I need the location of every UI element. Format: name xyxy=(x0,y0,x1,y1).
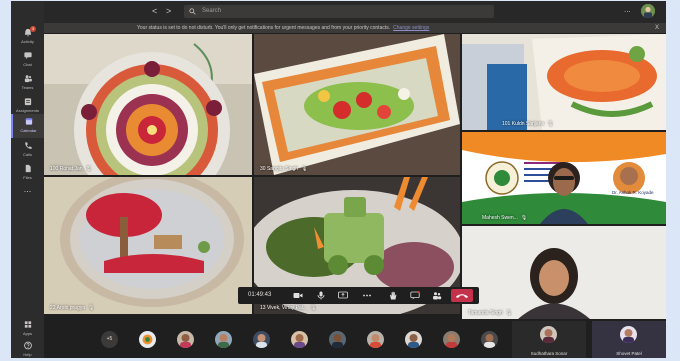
video-tile[interactable]: 101 Kuldn Sanjane 🎙 xyxy=(462,34,666,130)
participant-card-name: Sudhathara Sonar xyxy=(530,351,568,356)
participant-name: 100 Rohat Jan 🎙 xyxy=(50,166,92,172)
video-feed xyxy=(44,177,252,314)
hang-up-icon xyxy=(456,294,468,298)
rail-label: Chat xyxy=(23,62,32,67)
mic-off-icon: 🎙 xyxy=(310,305,317,311)
more-participants-button[interactable]: +5 xyxy=(101,331,118,348)
call-timer: 01:49:43 xyxy=(248,292,272,298)
participant-avatar[interactable] xyxy=(215,331,232,348)
rail-activity[interactable]: 3 Activity xyxy=(11,25,44,49)
video-feed xyxy=(462,226,666,319)
rail-label: Calendar xyxy=(20,128,37,133)
search-placeholder: Search xyxy=(202,8,222,14)
rail-label: Apps xyxy=(22,331,33,336)
participant-avatar[interactable] xyxy=(177,331,194,348)
mic-off-icon: 🎙 xyxy=(505,310,513,316)
participants-icon[interactable] xyxy=(432,291,442,300)
call-controls: 01:49:43 xyxy=(238,287,479,304)
search-icon xyxy=(189,8,196,15)
video-tile[interactable]: Tamanda Singh 🎙 xyxy=(462,226,666,319)
close-banner-button[interactable]: X xyxy=(655,23,659,33)
phone-icon xyxy=(24,142,32,149)
participant-avatar[interactable] xyxy=(405,331,422,348)
rail-files[interactable]: Files xyxy=(11,161,44,185)
more-actions-icon[interactable] xyxy=(362,291,372,300)
participant-name: Tamanda Singh 🎙 xyxy=(468,310,513,316)
participant-avatar[interactable] xyxy=(253,331,270,348)
microphone-icon[interactable] xyxy=(316,291,326,300)
rail-calendar[interactable]: Calendar xyxy=(11,114,44,138)
notification-banner: Your status is set to do not disturb. Yo… xyxy=(44,23,666,33)
video-tile[interactable]: 22 Arohi pragya 🎙 xyxy=(44,177,252,314)
participant-avatar[interactable] xyxy=(443,331,460,348)
participant-strip: +5 Sudhathara Sonar Shovet Patel xyxy=(44,321,666,358)
participant-name: Mahesh Swen... 🎙 xyxy=(482,215,528,221)
rail-calls[interactable]: Calls xyxy=(11,138,44,162)
camera-icon[interactable] xyxy=(293,291,303,300)
participant-name: 13 Vivek, Vinay Pal... 🎙 xyxy=(260,305,317,311)
mic-off-icon: 🎙 xyxy=(88,305,95,311)
participant-card[interactable]: Sudhathara Sonar xyxy=(512,321,586,358)
avatar-image xyxy=(641,4,655,18)
rail-teams[interactable]: Teams xyxy=(11,71,44,95)
participant-avatar[interactable] xyxy=(291,331,308,348)
file-icon xyxy=(25,164,31,173)
back-button[interactable]: < xyxy=(152,6,157,16)
participant-name: 101 Kuldn Sanjane 🎙 xyxy=(502,121,554,127)
rail-chat[interactable]: Chat xyxy=(11,48,44,72)
search-input[interactable]: Search xyxy=(184,5,494,18)
chat-icon xyxy=(23,52,32,60)
mic-off-icon: 🎙 xyxy=(520,215,528,221)
notice-text: Your status is set to do not disturb. Yo… xyxy=(137,25,391,31)
chat-panel-icon[interactable] xyxy=(410,291,420,300)
rail-label: Teams xyxy=(21,85,34,90)
video-feed xyxy=(254,34,460,175)
participant-name: 22 Arohi pragya 🎙 xyxy=(50,305,95,311)
teams-icon xyxy=(24,75,32,83)
participant-avatar[interactable] xyxy=(367,331,384,348)
participant-avatar[interactable] xyxy=(139,331,156,348)
video-feed xyxy=(462,132,666,224)
video-feed xyxy=(44,34,252,175)
mic-off-icon: 🎙 xyxy=(85,166,92,172)
app-rail: 3 Activity Chat Teams Assignments Calend… xyxy=(11,1,44,358)
change-settings-link[interactable]: Change settings xyxy=(393,25,429,31)
video-tile[interactable]: 100 Rohat Jan 🎙 xyxy=(44,34,252,175)
teams-window: 3 Activity Chat Teams Assignments Calend… xyxy=(11,1,666,358)
forward-button[interactable]: > xyxy=(166,6,171,16)
rail-help[interactable]: Help xyxy=(11,338,44,358)
presenter-card-name: Dr. Ashok R. Koyade xyxy=(612,190,654,195)
rail-label: Help xyxy=(23,352,32,357)
calendar-icon xyxy=(25,118,32,125)
more-options-button[interactable]: ... xyxy=(624,5,631,14)
mic-off-icon: 🎙 xyxy=(301,166,308,172)
participant-avatar xyxy=(540,326,557,343)
video-tile[interactable]: 30 Sangita Singh 🎙 xyxy=(254,34,460,175)
rail-label: Activity xyxy=(21,39,34,44)
video-feed xyxy=(462,34,666,130)
top-bar: < > Search ... xyxy=(44,1,666,23)
help-icon xyxy=(23,341,32,350)
hang-up-button[interactable] xyxy=(451,289,473,302)
rail-more[interactable]: ... xyxy=(11,183,44,207)
raise-hand-icon[interactable] xyxy=(388,291,398,300)
profile-avatar[interactable] xyxy=(641,4,655,18)
participant-card-name: Shovet Patel xyxy=(616,351,642,356)
share-screen-icon[interactable] xyxy=(338,291,348,300)
participant-avatar[interactable] xyxy=(329,331,346,348)
activity-badge: 3 xyxy=(30,26,36,32)
apps-icon xyxy=(24,321,31,328)
rail-label: Files xyxy=(23,175,32,180)
participant-name: 30 Sangita Singh 🎙 xyxy=(260,166,308,172)
rail-label: Assignments xyxy=(16,108,39,113)
mic-off-icon: 🎙 xyxy=(547,121,554,127)
video-tile[interactable]: Mahesh Swen... 🎙 Dr. Ashok R. Koyade xyxy=(462,132,666,224)
assignments-icon xyxy=(24,98,31,106)
participant-avatar xyxy=(620,326,637,343)
rail-label: Calls xyxy=(23,152,32,157)
participant-card[interactable]: Shovet Patel xyxy=(592,321,666,358)
participant-avatar[interactable] xyxy=(481,331,498,348)
